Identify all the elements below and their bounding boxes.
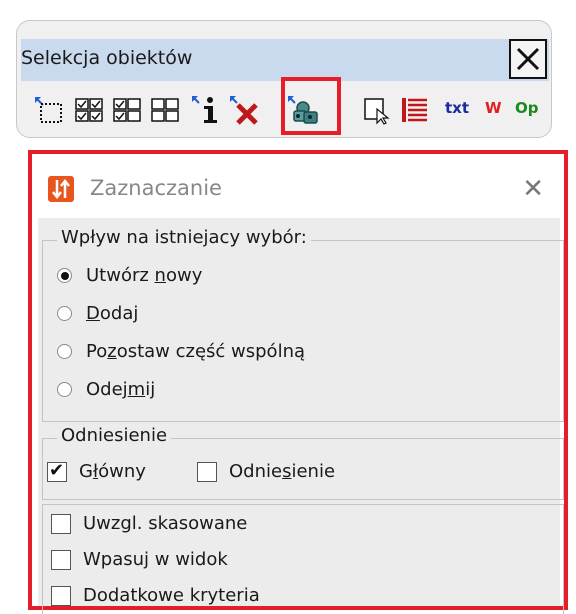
app-icon	[48, 176, 74, 202]
dialog-close-icon[interactable]: ✕	[522, 174, 544, 204]
delete-icon	[230, 96, 258, 125]
checkbox-label: Odniesienie	[229, 461, 336, 482]
close-icon	[516, 47, 540, 71]
info-icon	[192, 96, 217, 123]
checkbox[interactable]	[51, 585, 71, 606]
select-partial-button[interactable]	[113, 95, 143, 125]
radio-label: Pozostaw część wspólną	[86, 341, 306, 362]
delete-button[interactable]	[229, 95, 259, 125]
toolbar-window: Selekcja obiektów txt W Op	[16, 20, 552, 138]
op-button[interactable]: Op	[515, 99, 539, 117]
dialog-title-bar[interactable]: Zaznaczanie ✕	[38, 162, 560, 218]
radio-label: Dodaj	[86, 303, 139, 324]
select-region-icon	[364, 98, 390, 125]
select-rect-button[interactable]	[33, 95, 63, 125]
dialog-body: Zaznaczanie ✕ Wpływ na istniejacy wybór:…	[38, 162, 564, 614]
extra-options-group: Uwzgl. skasowane Wpasuj w widok Dodatkow…	[42, 504, 564, 614]
checkbox[interactable]	[197, 461, 217, 482]
reference-label: Odniesienie	[57, 425, 172, 446]
checkbox-label: Dodatkowe kryteria	[83, 585, 260, 606]
checkbox-label: Uwzgl. skasowane	[83, 513, 248, 534]
checkbox-include-deleted[interactable]: Uwzgl. skasowane	[51, 513, 247, 534]
checkbox-label: Główny	[79, 461, 146, 482]
close-button[interactable]	[509, 39, 547, 79]
checkbox-label: Wpasuj w widok	[83, 549, 228, 570]
highlight-frame	[281, 77, 341, 135]
info-button[interactable]	[191, 95, 221, 125]
radio-add[interactable]: Dodaj	[57, 303, 138, 324]
radio-button[interactable]	[57, 382, 72, 397]
toolbar-title-bar[interactable]: Selekcja obiektów	[21, 39, 549, 81]
radio-intersect[interactable]: Pozostaw część wspólną	[57, 341, 305, 362]
select-none-icon	[151, 98, 179, 122]
w-button[interactable]: W	[485, 99, 502, 117]
dialog-title: Zaznaczanie	[90, 176, 222, 200]
checkbox-reference[interactable]: Odniesienie	[197, 461, 335, 482]
select-all-icon	[75, 98, 103, 122]
existing-selection-label: Wpływ na istniejacy wybór:	[57, 227, 311, 248]
radio-label: Odejmij	[86, 379, 156, 400]
checkbox-fit-view[interactable]: Wpasuj w widok	[51, 549, 228, 570]
checkbox-extra-criteria[interactable]: Dodatkowe kryteria	[51, 585, 260, 606]
list-icon	[402, 98, 427, 122]
radio-button[interactable]	[57, 306, 72, 321]
select-all-button[interactable]	[75, 95, 105, 125]
radio-label: Utwórz nowy	[86, 265, 203, 286]
list-button[interactable]	[401, 95, 429, 125]
radio-button[interactable]	[57, 344, 72, 359]
reference-group: Odniesienie Główny Odniesienie	[42, 425, 564, 500]
existing-selection-group: Wpływ na istniejacy wybór: Utwórz nowy D…	[42, 227, 564, 422]
checkbox-main[interactable]: Główny	[47, 460, 146, 482]
radio-subtract[interactable]: Odejmij	[57, 379, 155, 400]
radio-button[interactable]	[57, 268, 72, 283]
select-region-button[interactable]	[363, 95, 393, 125]
select-partial-icon	[113, 98, 141, 122]
select-none-button[interactable]	[151, 95, 181, 125]
select-rect-icon	[35, 97, 62, 123]
checkbox[interactable]	[47, 460, 67, 482]
toolbar-title: Selekcja obiektów	[21, 47, 193, 69]
checkbox[interactable]	[51, 549, 71, 570]
zaznaczanie-dialog: Zaznaczanie ✕ Wpływ na istniejacy wybór:…	[28, 150, 568, 614]
txt-button[interactable]: txt	[445, 99, 469, 117]
radio-create-new[interactable]: Utwórz nowy	[57, 265, 202, 286]
checkbox[interactable]	[51, 513, 71, 534]
swap-arrows-icon	[52, 178, 70, 200]
